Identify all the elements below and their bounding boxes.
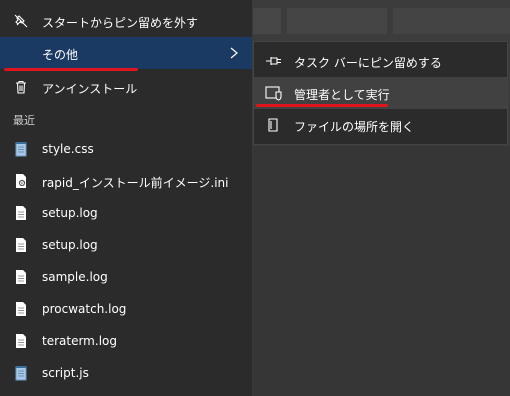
document-icon — [13, 205, 29, 221]
item-label: setup.log — [42, 206, 98, 220]
notepad-file-icon — [13, 141, 29, 157]
item-label: その他 — [42, 48, 79, 62]
background-tile — [253, 8, 281, 34]
item-label: タスク バーにピン留めする — [294, 56, 442, 70]
trash-icon — [13, 79, 29, 95]
recent-item[interactable]: style.css — [0, 133, 252, 165]
item-label: teraterm.log — [42, 334, 117, 348]
pin-to-taskbar-item[interactable]: タスク バーにピン留めする — [254, 45, 507, 77]
item-label: rapid_インストール前イメージ.ini — [42, 176, 229, 190]
open-file-location-item[interactable]: ファイルの場所を開く — [254, 109, 507, 141]
item-label: ファイルの場所を開く — [294, 120, 415, 134]
background-panel — [253, 146, 510, 396]
item-label: style.css — [42, 142, 94, 156]
document-icon — [13, 237, 29, 253]
item-label: sample.log — [42, 270, 108, 284]
document-icon — [13, 333, 29, 349]
item-label: 管理者として実行 — [294, 88, 390, 102]
item-label: アンインストール — [42, 82, 138, 96]
file-location-icon — [265, 117, 283, 133]
recent-item[interactable]: teraterm.log — [0, 325, 252, 357]
recent-item[interactable]: rapid_インストール前イメージ.ini — [0, 165, 252, 197]
document-icon — [13, 269, 29, 285]
item-label: setup.log — [42, 238, 98, 252]
pin-icon — [265, 53, 283, 69]
chevron-right-icon — [228, 46, 240, 60]
recent-item[interactable]: script.js — [0, 357, 252, 389]
recent-item[interactable]: setup.log — [0, 197, 252, 229]
recent-header: 最近 — [13, 114, 35, 127]
notepad-file-icon — [13, 365, 29, 381]
document-icon — [13, 301, 29, 317]
shield-icon — [265, 85, 283, 101]
recent-item[interactable]: setup.log — [0, 229, 252, 261]
background-tile — [287, 8, 387, 34]
background-tile — [393, 8, 510, 34]
uninstall-item[interactable]: アンインストール — [0, 71, 252, 103]
settings-file-icon — [13, 173, 29, 189]
context-menu: スタートからピン留めを外す その他 アンインストール 最近 style.css … — [0, 0, 253, 396]
recent-item[interactable]: procwatch.log — [0, 293, 252, 325]
item-label: スタートからピン留めを外す — [42, 16, 199, 30]
more-item[interactable]: その他 — [0, 37, 252, 69]
more-submenu: タスク バーにピン留めする 管理者として実行 ファイルの場所を開く — [253, 41, 508, 145]
item-label: script.js — [42, 366, 89, 380]
unpin-icon — [13, 13, 29, 29]
unpin-from-start-item[interactable]: スタートからピン留めを外す — [0, 5, 252, 37]
annotation-underline — [256, 104, 388, 107]
recent-item[interactable]: sample.log — [0, 261, 252, 293]
item-label: procwatch.log — [42, 302, 127, 316]
